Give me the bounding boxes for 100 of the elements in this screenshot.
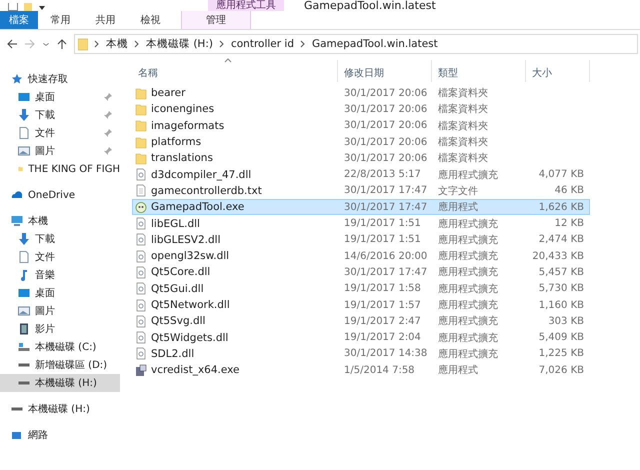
nav-item[interactable]: 下載 (0, 230, 120, 248)
date-cell-text: 19/1/2017 2:04 (343, 332, 422, 344)
text-file-icon (135, 184, 147, 198)
file-name: Qt5Gui.dll (151, 282, 204, 295)
nav-item[interactable]: 文件 (0, 248, 120, 266)
type-cell-text: 應用程式擴充 (437, 234, 499, 247)
file-row[interactable]: gamecontrollerdb.txt 30/1/2017 17:47 文字文件 46 KB (132, 182, 590, 200)
breadcrumb[interactable]: 本機 (106, 37, 128, 51)
date-cell-text: 22/8/2013 5:17 (343, 169, 422, 180)
column-header[interactable]: 名稱 (132, 60, 338, 82)
date-cell-text: 1/5/2014 7:58 (343, 364, 416, 376)
nav-item[interactable]: 網路 (0, 426, 120, 444)
file-row[interactable]: libGLESV2.dll 19/1/2017 1:51 應用程式擴充 2,474 KB (132, 232, 590, 248)
nav-item[interactable]: 桌面 (0, 284, 120, 302)
picture-icon (18, 305, 30, 317)
breadcrumb[interactable]: GamepadTool.win.latest (312, 38, 438, 50)
nav-item[interactable]: 音樂 (0, 266, 120, 284)
nav-item[interactable]: 本機磁碟 (H:) (0, 400, 120, 418)
nav-item[interactable]: THE KING OF FIGH (0, 160, 120, 178)
window-title: GamepadTool.win.latest (304, 0, 436, 11)
date-cell-text: 30/1/2017 20:06 (343, 88, 428, 99)
size-cell-text: 2,474 KB (538, 234, 585, 246)
drive-icon (11, 407, 23, 411)
desktop-icon (18, 287, 30, 299)
nav-item[interactable]: 圖片 (0, 142, 120, 160)
size-cell-text: 20,433 KB (531, 250, 585, 262)
file-row[interactable]: GamepadTool.exe 30/1/2017 17:47 應用程式 1,626 KB (132, 199, 590, 216)
file-row[interactable]: SDL2.dll 30/1/2017 14:38 應用程式擴充 1,225 KB (132, 346, 590, 362)
column-header[interactable]: 類型 (432, 60, 526, 82)
file-name: Qt5Widgets.dll (151, 332, 228, 344)
nav-item-label: 文件 (35, 250, 55, 264)
back-icon[interactable] (6, 38, 18, 50)
nav-item-label: 網路 (28, 429, 48, 442)
ribbon-tab[interactable]: 常用 (38, 11, 83, 29)
folder-icon (78, 38, 88, 50)
nav-item-label: 新增磁碟區 (D:) (35, 358, 108, 372)
file-name: Qt5Svg.dll (151, 315, 206, 328)
file-row[interactable]: Qt5Svg.dll 19/1/2017 2:47 應用程式擴充 303 KB (132, 313, 590, 330)
size-cell-text: 1,160 KB (538, 300, 585, 310)
nav-item-label: 桌面 (35, 90, 55, 104)
breadcrumb[interactable]: 本機磁碟 (H:) (146, 37, 213, 51)
nav-item[interactable]: 本機 (0, 212, 120, 230)
type-cell-text: 應用程式擴充 (437, 266, 499, 280)
file-row[interactable]: vcredist_x64.exe 1/5/2014 7:58 應用程式 7,026 KB (132, 362, 590, 378)
file-row[interactable]: Qt5Gui.dll 19/1/2017 1:58 應用程式擴充 5,730 KB (132, 280, 590, 297)
column-header[interactable]: 大小 (526, 60, 590, 82)
file-row[interactable]: iconengines 30/1/2017 20:06 檔案資料夾 (132, 101, 590, 118)
film-icon (18, 323, 30, 335)
breadcrumb[interactable]: controller id (230, 38, 294, 50)
gear-file-icon (135, 298, 147, 312)
type-cell-text: 檔案資料夾 (437, 86, 489, 100)
nav-item[interactable]: 文件 (0, 124, 120, 142)
file-row[interactable]: libEGL.dll 19/1/2017 1:51 應用程式擴充 12 KB (132, 215, 590, 232)
nav-item-label: 桌面 (35, 286, 55, 300)
file-row[interactable]: platforms 30/1/2017 20:06 檔案資料夾 (132, 134, 590, 150)
nav-item[interactable]: 本機磁碟 (H:) (0, 374, 120, 392)
ribbon-tab[interactable]: 管理 (181, 11, 251, 29)
type-cell-text: 應用程式擴充 (437, 250, 499, 264)
file-row[interactable]: Qt5Core.dll 30/1/2017 17:47 應用程式擴充 5,457 KB (132, 264, 590, 281)
type-cell-text: 應用程式擴充 (437, 218, 499, 231)
nav-item[interactable]: 本機磁碟 (C:) (0, 338, 120, 356)
star-icon (11, 73, 23, 85)
nav-item[interactable]: 圖片 (0, 302, 120, 320)
nav-item[interactable]: 下載 (0, 106, 120, 124)
nav-item-label: 文件 (35, 126, 55, 140)
file-row[interactable]: opengl32sw.dll 14/6/2016 20:00 應用程式擴充 20,433 KB (132, 248, 590, 264)
gear-file-icon (135, 217, 147, 230)
chevron-right-icon (94, 40, 100, 48)
ribbon-tab[interactable]: 檔案 (0, 11, 38, 29)
file-name: d3dcompiler_47.dll (151, 168, 252, 181)
chevron-right-icon (134, 40, 140, 48)
date-cell-text: 30/1/2017 14:38 (343, 348, 428, 360)
folder-icon (135, 152, 147, 165)
file-name: GamepadTool.exe (151, 201, 244, 214)
nav-item[interactable]: OneDrive (0, 186, 120, 204)
column-header[interactable]: 修改日期 (338, 60, 432, 82)
date-cell-text: 19/1/2017 1:51 (343, 218, 422, 230)
file-row[interactable]: translations 30/1/2017 20:06 檔案資料夾 (132, 150, 590, 166)
ribbon-tab[interactable]: 檢視 (128, 11, 173, 29)
type-cell-text: 應用程式擴充 (437, 348, 499, 361)
up-icon[interactable] (56, 38, 68, 50)
nav-item[interactable]: 影片 (0, 320, 120, 338)
type-cell-text: 文字文件 (437, 184, 479, 198)
nav-item[interactable]: 新增磁碟區 (D:) (0, 356, 120, 374)
file-row[interactable]: Qt5Network.dll 19/1/2017 1:57 應用程式擴充 1,160 KB (132, 296, 590, 314)
file-row[interactable]: bearer 30/1/2017 20:06 檔案資料夾 (132, 85, 590, 102)
file-row[interactable]: imageformats 30/1/2017 20:06 檔案資料夾 (132, 118, 590, 134)
ribbon-tab[interactable]: 共用 (83, 11, 128, 29)
sort-up-icon (224, 58, 232, 63)
dropdown-icon[interactable] (38, 5, 46, 11)
file-row[interactable]: d3dcompiler_47.dll 22/8/2013 5:17 應用程式擴充 4,077 KB (132, 166, 590, 183)
date-cell-text: 30/1/2017 17:47 (343, 202, 428, 213)
file-name: imageformats (151, 120, 224, 132)
size-cell-text: 1,626 KB (538, 202, 585, 213)
nav-item-label: 快速存取 (28, 72, 68, 86)
nav-item[interactable]: 快速存取 (0, 70, 120, 88)
file-row[interactable]: Qt5Widgets.dll 19/1/2017 2:04 應用程式擴充 5,409 KB (132, 329, 590, 346)
type-cell-text: 檔案資料夾 (437, 120, 489, 133)
nav-item[interactable]: 桌面 (0, 88, 120, 106)
address-bar[interactable]: 本機 本機磁碟 (H:) controller id GamepadTool.win.latest (74, 34, 638, 54)
